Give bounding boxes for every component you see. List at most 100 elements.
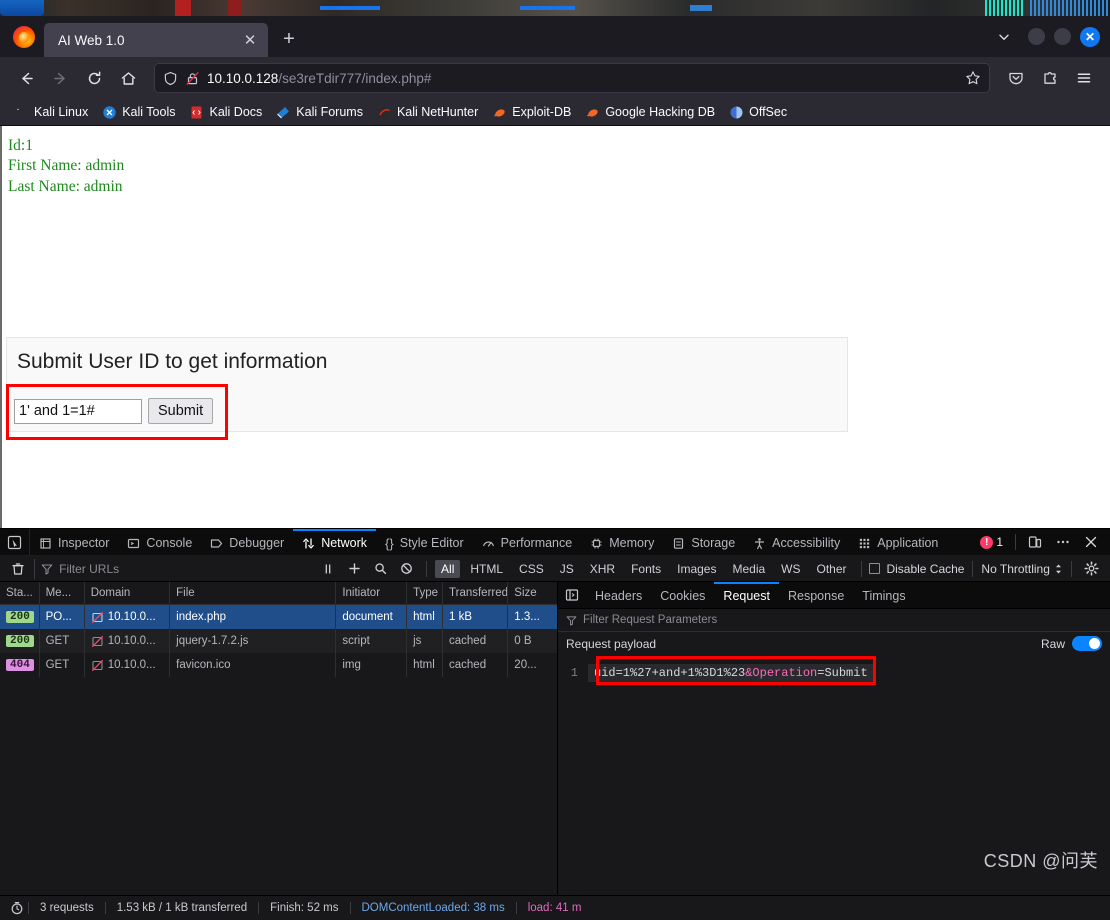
minimize-window-button[interactable] (1028, 28, 1045, 45)
devtools-tab-style-editor[interactable]: {} Style Editor (376, 529, 473, 555)
column-header-type[interactable]: Type (407, 582, 444, 604)
details-tab-request[interactable]: Request (714, 582, 779, 608)
filter-type-fonts[interactable]: Fonts (625, 560, 667, 578)
column-header-initiator[interactable]: Initiator (336, 582, 408, 604)
bookmark-label: Google Hacking DB (605, 105, 716, 119)
details-tab-cookies[interactable]: Cookies (651, 582, 714, 608)
taskbar-item (228, 0, 242, 16)
bookmark-offsec[interactable]: OffSec (723, 102, 793, 123)
tab-label: Storage (691, 536, 736, 550)
bookmark-label: Kali Tools (122, 105, 176, 119)
column-header-size[interactable]: Size (508, 582, 557, 604)
bookmark-kali-nethunter[interactable]: Kali NetHunter (371, 102, 484, 123)
cell-method: GET (40, 653, 85, 677)
table-row[interactable]: 404 GET 10.10.0... favicon.ico img html … (0, 653, 557, 677)
details-tab-headers[interactable]: Headers (586, 582, 651, 608)
filter-request-parameters-input[interactable]: Filter Request Parameters (558, 609, 1110, 632)
toggle-panel-icon[interactable] (558, 582, 586, 608)
devtools-tab-console[interactable]: Console (118, 529, 201, 555)
bookmark-label: Kali Forums (296, 105, 363, 119)
table-row[interactable]: 200 PO... 10.10.0... index.php document … (0, 605, 557, 629)
audio-visualizer (1030, 0, 1110, 16)
devtools-tab-accessibility[interactable]: Accessibility (744, 529, 849, 555)
payload-code[interactable]: uid=1%27+and+1%3D1%23&Operation=Submit (588, 664, 874, 682)
devtools-tab-inspector[interactable]: Inspector (30, 529, 118, 555)
url-path: /se3reTdir777/index.php# (278, 70, 432, 86)
filter-type-ws[interactable]: WS (775, 560, 806, 578)
table-row[interactable]: 200 GET 10.10.0... jquery-1.7.2.js scrip… (0, 629, 557, 653)
details-tab-response[interactable]: Response (779, 582, 853, 608)
reload-icon[interactable] (78, 62, 110, 94)
devtools-tab-application[interactable]: Application (849, 529, 947, 555)
status-requests: 3 requests (28, 902, 106, 914)
insecure-lock-icon[interactable] (185, 71, 200, 86)
shield-icon[interactable] (163, 71, 178, 86)
filter-type-js[interactable]: JS (554, 560, 580, 578)
disable-cache-checkbox[interactable]: Disable Cache (869, 562, 964, 576)
throttling-select[interactable]: No Throttling (981, 562, 1062, 576)
devtools-tab-debugger[interactable]: Debugger (201, 529, 293, 555)
meatball-menu-icon[interactable] (1050, 531, 1076, 553)
devtools-tab-memory[interactable]: Memory (581, 529, 663, 555)
column-header-file[interactable]: File (170, 582, 337, 604)
user-id-input[interactable] (14, 398, 142, 424)
checkbox-box (869, 563, 881, 574)
bookmark-kali-forums[interactable]: Kali Forums (270, 102, 369, 123)
filter-type-css[interactable]: CSS (513, 560, 550, 578)
column-header-transferred[interactable]: Transferred (443, 582, 509, 604)
settings-gear-icon[interactable] (1080, 558, 1104, 580)
tab-close-icon[interactable]: ✕ (240, 30, 260, 50)
filter-type-images[interactable]: Images (671, 560, 722, 578)
raw-switch-toggle[interactable] (1072, 636, 1102, 651)
column-header-status[interactable]: Sta... (0, 582, 40, 604)
list-all-tabs-chevron-down-icon[interactable] (989, 22, 1019, 52)
search-icon[interactable] (370, 559, 392, 579)
pause-icon[interactable] (317, 559, 339, 579)
bookmark-kali-linux[interactable]: Kali Linux (8, 102, 94, 123)
raw-toggle[interactable]: Raw (1041, 636, 1102, 651)
column-header-domain[interactable]: Domain (85, 582, 171, 604)
domain-text: 10.10.0... (107, 659, 156, 671)
filter-type-html[interactable]: HTML (464, 560, 509, 578)
filter-urls-input[interactable]: Filter URLs (34, 558, 313, 579)
page-content-viewport: Id:1 First Name: admin Last Name: admin … (0, 126, 1110, 528)
block-icon[interactable] (396, 559, 418, 579)
close-devtools-icon[interactable] (1078, 531, 1104, 553)
browser-tab-ai-web[interactable]: AI Web 1.0 ✕ (44, 23, 268, 57)
column-header-method[interactable]: Me... (40, 582, 85, 604)
responsive-design-mode-icon[interactable] (1022, 531, 1048, 553)
bookmark-kali-tools[interactable]: Kali Tools (96, 102, 181, 123)
new-tab-button[interactable]: + (274, 24, 304, 54)
hamburger-menu-icon[interactable] (1068, 62, 1100, 94)
back-arrow-icon[interactable] (10, 62, 42, 94)
element-picker-icon[interactable] (0, 529, 30, 555)
submit-button[interactable]: Submit (148, 398, 214, 424)
filter-type-media[interactable]: Media (726, 560, 771, 578)
url-bar[interactable]: 10.10.0.128/se3reTdir777/index.php# (154, 63, 990, 93)
devtools-tab-network[interactable]: Network (293, 529, 377, 555)
extensions-icon[interactable] (1034, 62, 1066, 94)
filter-type-all[interactable]: All (435, 559, 461, 578)
navbar-right-buttons (1000, 62, 1100, 94)
filter-type-other[interactable]: Other (811, 560, 853, 578)
bookmark-kali-docs[interactable]: Kali Docs (183, 102, 268, 123)
star-icon[interactable] (965, 70, 981, 86)
home-icon[interactable] (112, 62, 144, 94)
stopwatch-icon[interactable] (6, 899, 28, 917)
bookmark-exploit-db[interactable]: Exploit-DB (486, 102, 577, 123)
trash-icon[interactable] (6, 558, 30, 580)
pocket-icon[interactable] (1000, 62, 1032, 94)
error-count-badge[interactable]: ! 1 (980, 535, 1009, 549)
close-window-button[interactable]: ✕ (1080, 26, 1100, 47)
devtools-tab-performance[interactable]: Performance (473, 529, 582, 555)
plus-icon[interactable] (343, 559, 365, 579)
bookmark-google-hacking-db[interactable]: Google Hacking DB (579, 102, 721, 123)
filter-type-xhr[interactable]: XHR (584, 560, 621, 578)
devtools-tab-storage[interactable]: Storage (663, 529, 744, 555)
forward-arrow-icon[interactable] (44, 62, 76, 94)
cell-transferred: cached (443, 629, 509, 653)
devtools-body: Sta... Me... Domain File Initiator Type … (0, 582, 1110, 895)
details-tab-timings[interactable]: Timings (853, 582, 914, 608)
error-icon: ! (980, 535, 994, 549)
maximize-window-button[interactable] (1054, 28, 1071, 45)
